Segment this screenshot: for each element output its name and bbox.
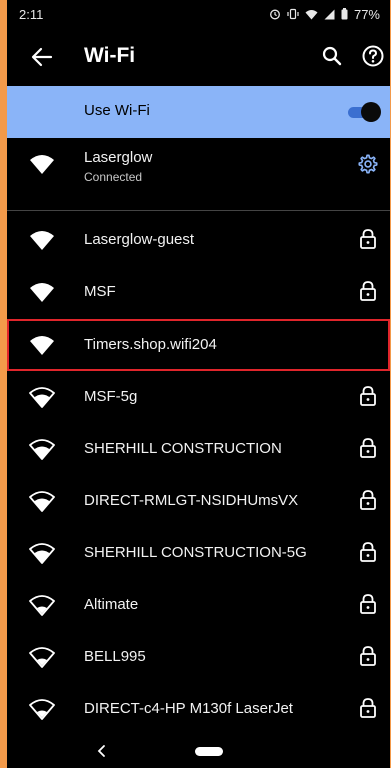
back-arrow-icon[interactable] <box>29 44 55 70</box>
use-wifi-toggle[interactable] <box>345 102 381 122</box>
wifi-partial-icon <box>29 387 55 408</box>
battery-percent: 77% <box>353 6 380 22</box>
network-item[interactable]: MSF-5g <box>7 371 390 423</box>
search-icon[interactable] <box>320 44 344 68</box>
status-time: 2:11 <box>19 6 44 22</box>
network-item[interactable]: BELL995 <box>7 631 390 683</box>
page-title: Wi-Fi <box>84 44 136 67</box>
network-name: Laserglow-guest <box>84 231 195 248</box>
wifi-filled-icon <box>30 283 54 302</box>
lock-icon <box>360 594 376 614</box>
network-name: Timers.shop.wifi204 <box>84 336 217 353</box>
vibrate-icon <box>287 8 299 20</box>
wifi-outline-icon <box>29 699 55 720</box>
lock-icon <box>360 490 376 510</box>
wifi-status-icon <box>305 9 318 19</box>
lock-icon <box>360 438 376 458</box>
network-item[interactable]: DIRECT-c4-HP M130f LaserJet <box>7 683 390 735</box>
network-name: SHERHILL CONSTRUCTION <box>84 440 282 457</box>
network-name: Laserglow <box>84 149 153 166</box>
battery-icon <box>341 8 348 20</box>
navigation-bar <box>7 734 390 768</box>
wifi-outline-icon <box>29 595 55 616</box>
network-name: SHERHILL CONSTRUCTION-5G <box>84 544 307 561</box>
network-name: DIRECT-RMLGT-NSIDHUmsVX <box>84 492 299 509</box>
network-name: MSF <box>84 283 116 300</box>
cell-signal-icon <box>324 9 335 19</box>
app-bar: Wi-Fi <box>7 28 390 86</box>
lock-icon <box>360 281 376 301</box>
network-status: Connected <box>84 170 143 184</box>
wifi-filled-icon <box>30 231 54 250</box>
use-wifi-row[interactable]: Use Wi-Fi <box>7 86 390 138</box>
lock-icon <box>360 386 376 406</box>
help-icon[interactable] <box>361 44 385 68</box>
network-item[interactable]: Altimate <box>7 579 390 631</box>
network-item-laserglow[interactable]: Laserglow Connected <box>7 138 390 190</box>
wifi-filled-icon <box>30 336 54 355</box>
nav-home-pill[interactable] <box>195 747 223 756</box>
wifi-partial-icon <box>29 543 55 564</box>
network-item[interactable]: Laserglow-guest <box>7 214 390 266</box>
lock-icon <box>360 542 376 562</box>
status-icons: 77% <box>269 7 380 22</box>
network-name: MSF-5g <box>84 388 138 405</box>
wifi-outline-icon <box>29 647 55 668</box>
use-wifi-label: Use Wi-Fi <box>84 102 150 119</box>
toggle-thumb <box>361 102 381 122</box>
lock-icon <box>360 229 376 249</box>
network-item[interactable]: MSF <box>7 266 390 318</box>
lock-icon <box>360 698 376 718</box>
gear-icon[interactable] <box>357 153 379 175</box>
wifi-filled-icon <box>30 155 54 174</box>
wifi-partial-icon <box>29 491 55 512</box>
alarm-icon <box>270 9 280 20</box>
status-bar: 2:11 77% <box>7 0 390 28</box>
network-item[interactable]: DIRECT-RMLGT-NSIDHUmsVX <box>7 475 390 527</box>
lock-icon <box>360 646 376 666</box>
network-item[interactable]: SHERHILL CONSTRUCTION <box>7 423 390 475</box>
phone-screen: 2:11 77% Wi-Fi Use Wi-Fi Laserglow Conne… <box>7 0 390 768</box>
divider <box>7 210 390 211</box>
network-name: BELL995 <box>84 648 146 665</box>
nav-back-icon[interactable] <box>94 743 108 759</box>
network-name: DIRECT-c4-HP M130f LaserJet <box>84 700 293 717</box>
network-item[interactable]: SHERHILL CONSTRUCTION-5G <box>7 527 390 579</box>
wifi-partial-icon <box>29 439 55 460</box>
network-item-highlighted[interactable]: Timers.shop.wifi204 <box>7 319 390 371</box>
network-name: Altimate <box>84 596 139 613</box>
